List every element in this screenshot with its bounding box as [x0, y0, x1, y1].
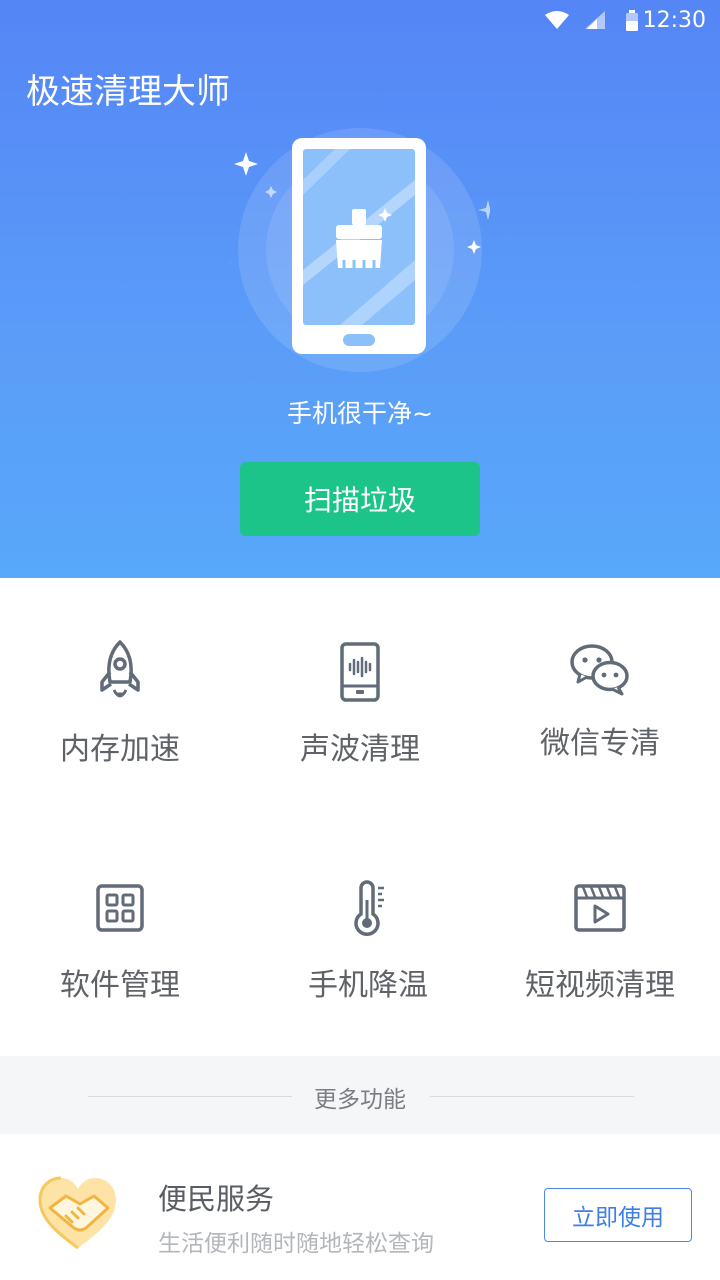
- convenience-service-card[interactable]: 便民服务 生活便利随时随地轻松查询 立即使用: [0, 1134, 720, 1280]
- sound-wave-phone-icon: [340, 642, 380, 702]
- tool-sound-clean[interactable]: 声波清理: [240, 638, 480, 768]
- cell-signal-icon: [585, 11, 605, 29]
- tool-label: 手机降温: [308, 968, 428, 1003]
- tool-grid: 内存加速 声波清理 微信专清 软件管理 手机降温 短视频清理: [0, 578, 720, 1056]
- divider-line-right: [430, 1096, 634, 1097]
- status-time: 12:30: [642, 8, 706, 33]
- tool-label: 微信专清: [540, 726, 660, 761]
- battery-icon: [626, 10, 638, 31]
- more-features-label: 更多功能: [314, 1087, 406, 1113]
- scan-junk-button[interactable]: 扫描垃圾: [240, 462, 480, 536]
- tool-label: 声波清理: [300, 732, 420, 767]
- handshake-heart-icon: [38, 1176, 116, 1250]
- app-title: 极速清理大师: [26, 72, 230, 112]
- hero-section: 12:30 极速清理大师 手机很干净~ 扫描垃圾: [0, 0, 720, 578]
- rocket-icon: [100, 640, 140, 698]
- thermometer-icon: [354, 880, 384, 936]
- tool-wechat-clean[interactable]: 微信专清: [480, 638, 720, 762]
- tool-label: 短视频清理: [525, 968, 675, 1003]
- use-now-button[interactable]: 立即使用: [544, 1188, 692, 1242]
- tool-label: 软件管理: [60, 968, 180, 1003]
- tool-short-video-clean[interactable]: 短视频清理: [480, 878, 720, 1004]
- tool-label: 内存加速: [60, 732, 180, 767]
- video-clapper-icon: [574, 884, 626, 932]
- wifi-icon: [545, 11, 569, 29]
- clean-phone-illustration: [230, 128, 490, 372]
- clean-status-text: 手机很干净~: [287, 399, 433, 428]
- more-features-divider: 更多功能: [0, 1056, 720, 1134]
- wechat-icon: [570, 644, 629, 696]
- service-subtitle: 生活便利随时随地轻松查询: [158, 1231, 434, 1257]
- service-title: 便民服务: [158, 1182, 275, 1216]
- tool-phone-cooling[interactable]: 手机降温: [248, 878, 488, 1004]
- status-bar: 12:30: [0, 0, 720, 40]
- tool-app-manager[interactable]: 软件管理: [0, 878, 240, 1004]
- tool-memory-boost[interactable]: 内存加速: [0, 638, 240, 768]
- app-grid-icon: [96, 884, 144, 932]
